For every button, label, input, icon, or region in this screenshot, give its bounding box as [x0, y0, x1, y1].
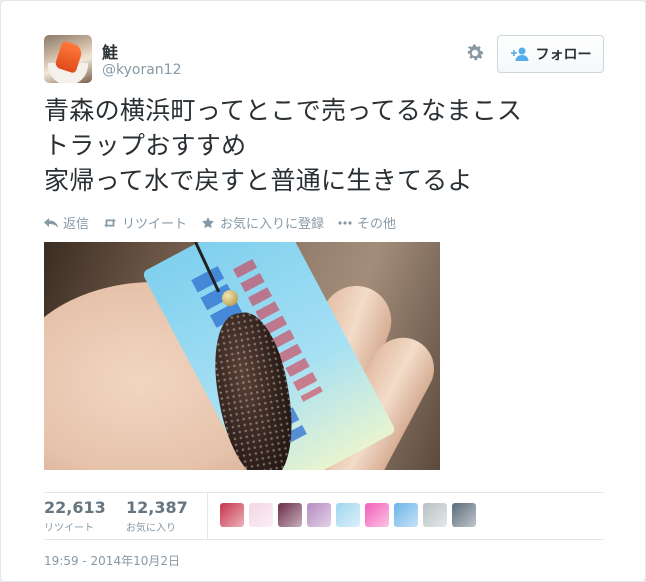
favorite-count[interactable]: 12,387 お気に入り: [126, 498, 188, 534]
tweet-line: 青森の横浜町ってとこで売ってるなまこス: [44, 96, 523, 125]
favoriter-avatar[interactable]: [365, 503, 389, 527]
favoriter-avatar[interactable]: [423, 503, 447, 527]
favorite-count-label: お気に入り: [126, 523, 176, 534]
reply-button[interactable]: 返信: [44, 213, 89, 232]
timestamp[interactable]: 19:59 - 2014年10月2日: [44, 552, 180, 569]
follow-label: フォロー: [535, 47, 592, 63]
reply-icon: [44, 217, 58, 228]
display-name[interactable]: 鮭: [102, 39, 118, 63]
favorite-button[interactable]: お気に入りに登録: [201, 213, 324, 232]
screen-name[interactable]: @kyoran12: [102, 62, 181, 78]
retweet-count-label: リツイート: [44, 523, 94, 534]
favoriter-avatars: [220, 503, 476, 527]
favoriter-avatar[interactable]: [278, 503, 302, 527]
favoriter-avatar[interactable]: [452, 503, 476, 527]
more-label: その他: [357, 217, 397, 232]
star-icon: [202, 216, 215, 228]
tweet-line: トラップおすすめ: [44, 131, 247, 160]
more-icon: [338, 220, 352, 225]
photo-bell: [222, 290, 238, 306]
follow-button[interactable]: フォロー: [497, 35, 604, 73]
favoriter-avatar[interactable]: [220, 503, 244, 527]
favoriter-avatar[interactable]: [307, 503, 331, 527]
divider: [44, 492, 604, 493]
avatar[interactable]: [44, 35, 92, 83]
tweet-line: 家帰って水で戻すと普通に生きてるよ: [44, 166, 473, 195]
more-button[interactable]: その他: [338, 213, 396, 232]
retweet-button[interactable]: リツイート: [103, 213, 187, 232]
tweet-actions: 返信 リツイート お気に入りに登録 その他: [44, 213, 396, 232]
divider: [44, 539, 604, 540]
favoriter-avatar[interactable]: [249, 503, 273, 527]
tweet-card: 鮭 @kyoran12 フォロー 青森の横浜町ってとこで売ってるなまこス トラッ…: [0, 0, 646, 582]
retweet-icon: [103, 218, 117, 227]
retweet-label: リツイート: [122, 217, 188, 232]
follow-icon: [510, 47, 528, 61]
tweet-photo[interactable]: [44, 242, 440, 470]
favoriter-avatar[interactable]: [394, 503, 418, 527]
tweet-text: 青森の横浜町ってとこで売ってるなまこス トラップおすすめ 家帰って水で戻すと普通…: [44, 93, 604, 198]
favorite-count-number: 12,387: [126, 498, 188, 517]
divider: [207, 492, 208, 539]
retweet-count[interactable]: 22,613 リツイート: [44, 498, 106, 534]
favoriter-avatar[interactable]: [336, 503, 360, 527]
reply-label: 返信: [63, 217, 90, 232]
gear-icon[interactable]: [464, 42, 486, 64]
retweet-count-number: 22,613: [44, 498, 106, 517]
favorite-label: お気に入りに登録: [220, 217, 325, 232]
